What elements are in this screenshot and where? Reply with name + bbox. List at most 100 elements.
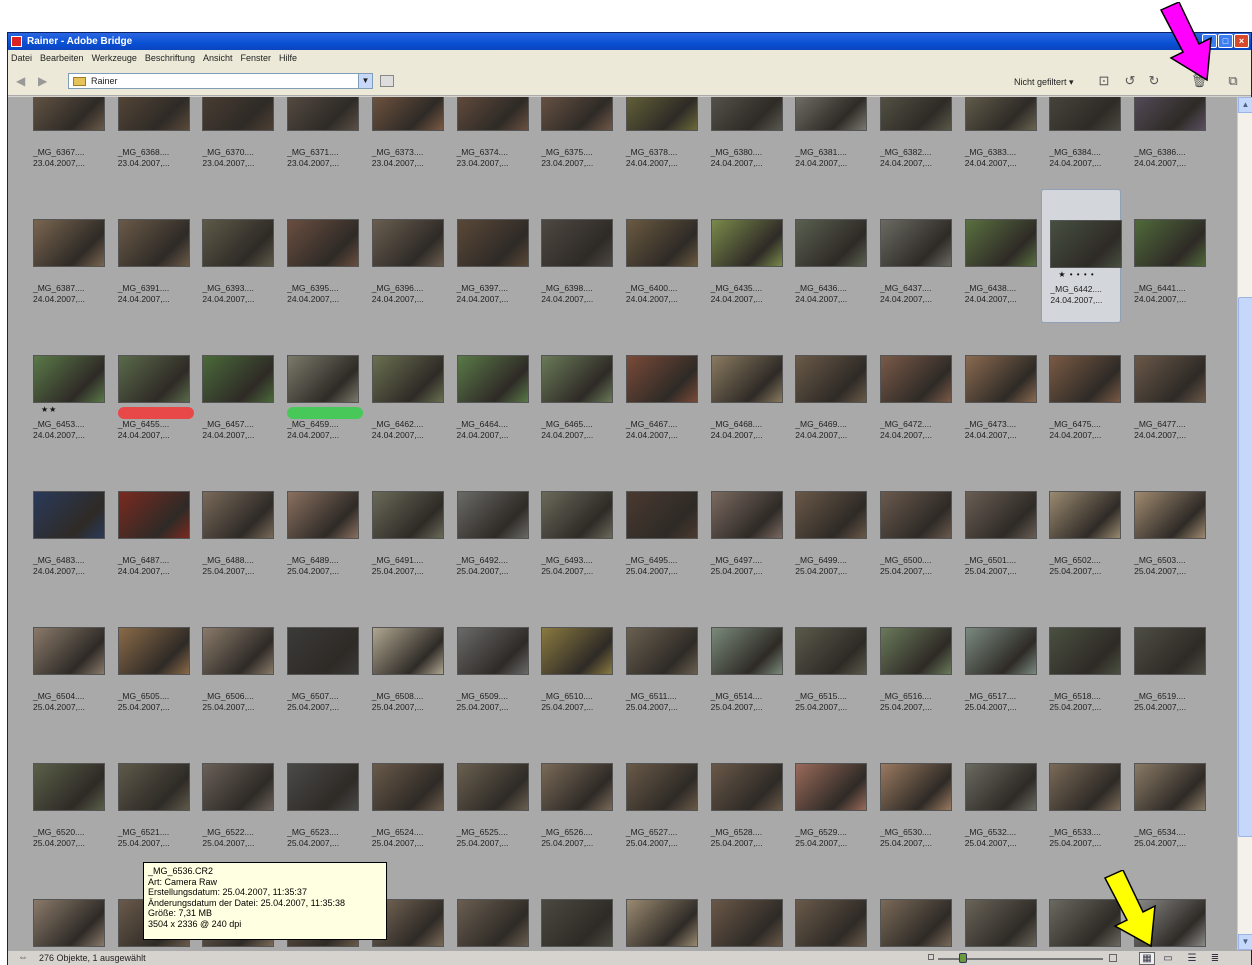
rotate-left-icon[interactable]: ↺ [1122,73,1138,89]
thumbnail-cell[interactable]: _MG_6525.... 25.04.2007,... [449,733,529,867]
filmstrip-view-icon[interactable]: ▭ [1160,952,1176,965]
thumbnail-cell[interactable]: _MG_6384.... 24.04.2007,... [1041,97,1122,187]
thumbnail-cell[interactable]: _MG_6375.... 23.04.2007,... [533,97,614,187]
thumbnail-cell[interactable]: _MG_6520.... 25.04.2007,... [25,733,105,867]
go-to-parent-icon[interactable] [380,75,394,87]
thumbnail-cell[interactable]: _MG_6495.... 25.04.2007,... [618,461,698,595]
thumbnail-cell[interactable]: _MG_6381.... 24.04.2007,... [787,97,868,187]
photo-thumbnail[interactable] [541,355,614,403]
thumbnail-cell[interactable]: _MG_6534.... 25.04.2007,... [1126,733,1207,867]
photo-thumbnail[interactable] [287,763,360,811]
chevron-down-icon[interactable]: ▼ [358,74,372,88]
thumbnail-cell[interactable]: _MG_6518.... 25.04.2007,... [1041,597,1122,731]
thumbnail-cell[interactable]: _MG_6505.... 25.04.2007,... [110,597,190,731]
photo-thumbnail[interactable] [880,97,952,131]
thumbnail-cell[interactable] [449,869,529,950]
photo-thumbnail[interactable] [287,627,360,675]
photo-thumbnail[interactable] [117,97,190,131]
photo-thumbnail[interactable] [33,763,105,811]
maximize-button[interactable]: □ [1218,34,1233,48]
thumbnail-cell[interactable]: _MG_6436.... 24.04.2007,... [787,189,868,323]
photo-thumbnail[interactable] [880,899,952,947]
scroll-up-button[interactable]: ▲ [1238,97,1252,113]
thumbnail-cell[interactable]: _MG_6532.... 25.04.2007,... [957,733,1037,867]
photo-thumbnail[interactable] [456,355,529,403]
photo-thumbnail[interactable] [456,763,529,811]
thumbnail-cell[interactable]: _MG_6528.... 25.04.2007,... [703,733,783,867]
thumbnail-cell[interactable]: _MG_6509.... 25.04.2007,... [449,597,529,731]
thumbnail-cell[interactable] [872,869,952,950]
versions-view-icon[interactable]: ≣ [1207,952,1223,965]
thumbnail-cell[interactable]: _MG_6378.... 24.04.2007,... [618,97,698,187]
photo-thumbnail[interactable] [117,627,190,675]
thumbnail-cell[interactable]: _MG_6462.... 24.04.2007,... [364,325,444,459]
photo-thumbnail[interactable] [710,763,783,811]
thumbnail-cell[interactable]: _MG_6473.... 24.04.2007,... [957,325,1037,459]
thumbnail-cell[interactable]: _MG_6373.... 23.04.2007,... [364,97,444,187]
photo-thumbnail[interactable] [625,899,698,947]
thumbnail-cell[interactable]: _MG_6523.... 25.04.2007,... [279,733,360,867]
menu-hilfe[interactable]: Hilfe [279,53,297,63]
thumbnail-cell[interactable]: _MG_6368.... 23.04.2007,... [110,97,190,187]
thumbnail-cell[interactable]: _MG_6387.... 24.04.2007,... [25,189,105,323]
thumbnail-cell[interactable]: _MG_6521.... 25.04.2007,... [110,733,190,867]
photo-thumbnail[interactable] [541,899,614,947]
photo-thumbnail[interactable] [1134,763,1207,811]
photo-thumbnail[interactable] [371,355,444,403]
photo-thumbnail[interactable] [202,627,275,675]
menu-bearbeiten[interactable]: Bearbeiten [40,53,84,63]
thumbnail-cell[interactable]: _MG_6386.... 24.04.2007,... [1126,97,1207,187]
photo-thumbnail[interactable] [117,355,190,403]
thumbnail-cell[interactable]: _MG_6516.... 25.04.2007,... [872,597,952,731]
new-folder-icon[interactable]: ⊡ [1096,73,1112,89]
photo-thumbnail[interactable] [1134,97,1207,131]
photo-thumbnail[interactable] [964,763,1037,811]
thumbnail-cell[interactable]: _MG_6464.... 24.04.2007,... [449,325,529,459]
photo-thumbnail[interactable] [964,97,1037,131]
photo-thumbnail[interactable] [964,627,1037,675]
photo-thumbnail[interactable] [880,627,952,675]
photo-thumbnail[interactable] [710,627,783,675]
thumbnail-cell[interactable] [533,869,614,950]
menu-werkzeuge[interactable]: Werkzeuge [92,53,137,63]
thumbnail-content-area[interactable]: _MG_6367.... 23.04.2007,... _MG_6368.... 23… [8,97,1237,950]
thumbnail-size-slider-knob[interactable] [958,953,967,963]
scroll-thumb[interactable] [1238,297,1252,837]
photo-thumbnail[interactable] [541,763,614,811]
photo-thumbnail[interactable] [202,491,275,539]
thumbnail-cell[interactable]: _MG_6367.... 23.04.2007,... [25,97,105,187]
photo-thumbnail[interactable] [33,899,105,947]
thumbnail-cell[interactable]: _MG_6515.... 25.04.2007,... [787,597,868,731]
photo-thumbnail[interactable] [287,97,360,131]
photo-thumbnail[interactable] [710,219,783,267]
photo-thumbnail[interactable] [33,491,105,539]
photo-thumbnail[interactable] [964,899,1037,947]
photo-thumbnail[interactable] [625,355,698,403]
thumbnail-cell[interactable]: ★ • • • • _MG_6442.... 24.04.2007,... [1041,189,1123,323]
photo-thumbnail[interactable] [710,491,783,539]
thumbnail-cell[interactable] [957,869,1037,950]
thumbnail-cell[interactable]: _MG_6517.... 25.04.2007,... [957,597,1037,731]
thumbnail-cell[interactable]: _MG_6393.... 24.04.2007,... [194,189,275,323]
photo-thumbnail[interactable] [710,899,783,947]
panel-toggle-icon[interactable]: ⇔ [18,952,28,963]
photo-thumbnail[interactable] [710,97,783,131]
photo-thumbnail[interactable] [456,491,529,539]
thumbnail-cell[interactable]: _MG_6507.... 25.04.2007,... [279,597,360,731]
photo-thumbnail[interactable] [202,97,275,131]
folder-path-dropdown[interactable]: Rainer ▼ [68,73,373,89]
photo-thumbnail[interactable] [33,219,105,267]
thumbnail-cell[interactable]: _MG_6500.... 25.04.2007,... [872,461,952,595]
thumbnail-cell[interactable]: _MG_6465.... 24.04.2007,... [533,325,614,459]
thumbnail-cell[interactable]: _MG_6487.... 24.04.2007,... [110,461,190,595]
photo-thumbnail[interactable] [1134,219,1207,267]
menu-datei[interactable]: Datei [11,53,32,63]
photo-thumbnail[interactable] [287,219,360,267]
thumbnail-small-icon[interactable] [928,954,934,960]
photo-thumbnail[interactable] [880,763,952,811]
photo-thumbnail[interactable] [117,763,190,811]
thumbnail-cell[interactable]: _MG_6382.... 24.04.2007,... [872,97,952,187]
photo-thumbnail[interactable] [795,627,868,675]
thumbnail-cell[interactable]: _MG_6371.... 23.04.2007,... [279,97,360,187]
thumbnail-cell[interactable]: _MG_6468.... 24.04.2007,... [703,325,783,459]
